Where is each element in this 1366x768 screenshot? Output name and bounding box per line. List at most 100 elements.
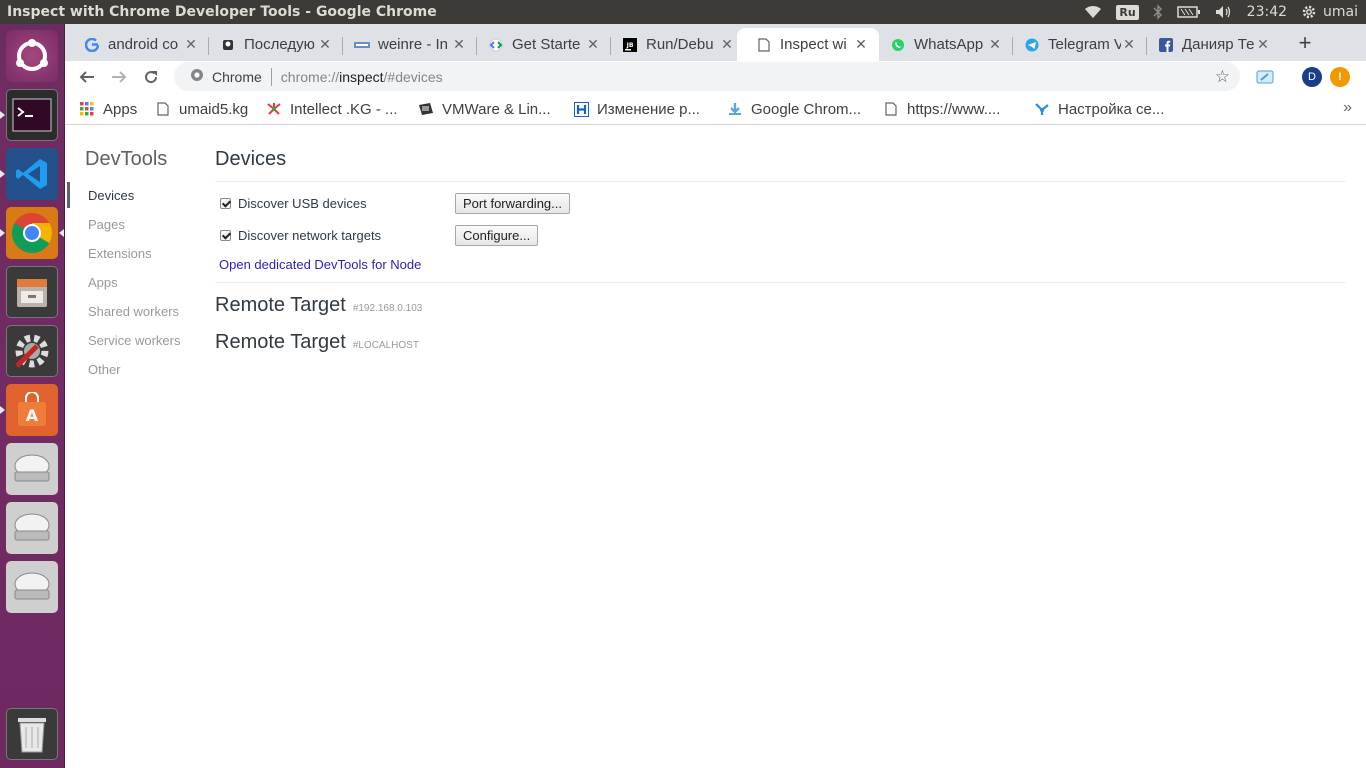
- remote-target-id: #192.168.0.103: [352, 303, 423, 314]
- close-icon[interactable]: ✕: [853, 36, 869, 53]
- devtools-nav-title: DevTools: [85, 148, 168, 170]
- tab-weinre[interactable]: weinre - In ✕: [335, 28, 477, 61]
- tab-android[interactable]: android co ✕: [65, 28, 209, 61]
- url-hash: /#devices: [383, 68, 443, 85]
- remote-target-id: #LOCALHOST: [352, 340, 419, 351]
- drive-icon[interactable]: [6, 561, 58, 613]
- tab-telegram[interactable]: Telegram V ✕: [1005, 28, 1147, 61]
- running-indicator: [0, 111, 5, 119]
- close-icon[interactable]: ✕: [317, 36, 333, 53]
- svg-text:A: A: [26, 406, 39, 425]
- tab-run-debug[interactable]: JB Run/Debu ✕: [603, 28, 745, 61]
- bookmark-umaid5[interactable]: umaid5.kg: [155, 100, 248, 118]
- download-icon: [727, 101, 743, 117]
- close-icon[interactable]: ✕: [987, 36, 1003, 53]
- vmware-icon: [418, 101, 434, 117]
- ubuntu-dash-icon[interactable]: [6, 30, 58, 82]
- tab-whatsapp[interactable]: WhatsApp ✕: [871, 28, 1013, 61]
- wifi-icon[interactable]: [1084, 5, 1102, 19]
- files-icon[interactable]: [6, 266, 58, 318]
- nav-extensions[interactable]: Extensions: [88, 246, 152, 261]
- terminal-icon[interactable]: [6, 89, 58, 141]
- section-divider: [215, 282, 1346, 283]
- browser-toolbar: Chrome chrome://inspect/#devices ☆ D !: [65, 61, 1366, 93]
- bookmark-intellect[interactable]: Intellect .KG - ...: [266, 100, 398, 118]
- chrome-icon[interactable]: [6, 207, 58, 259]
- close-icon[interactable]: ✕: [183, 36, 199, 53]
- chrome-page-icon: [190, 68, 204, 85]
- extension-icon[interactable]: [1255, 67, 1275, 87]
- running-indicator: [0, 406, 5, 414]
- discover-usb-label: Discover USB devices: [238, 196, 367, 211]
- bluetooth-icon[interactable]: [1153, 4, 1163, 20]
- bookmarks-bar: Apps umaid5.kg Intellect .KG - ... VMWar…: [65, 93, 1366, 125]
- whatsapp-icon: [890, 37, 906, 53]
- telegram-icon: [1024, 37, 1040, 53]
- remote-target: Remote Target #192.168.0.103: [215, 294, 422, 317]
- bookmark-star-icon[interactable]: ☆: [1215, 67, 1230, 87]
- facebook-icon: [1158, 37, 1174, 53]
- close-icon[interactable]: ✕: [1255, 36, 1271, 53]
- nav-apps[interactable]: Apps: [88, 275, 118, 290]
- discover-network-row: Discover network targets: [220, 228, 381, 243]
- software-center-icon[interactable]: A: [6, 384, 58, 436]
- address-bar[interactable]: Chrome chrome://inspect/#devices ☆: [174, 62, 1240, 91]
- bookmark-izmenenie[interactable]: Изменение р...: [573, 100, 700, 118]
- tab-inspect[interactable]: Inspect wi ✕: [737, 28, 879, 61]
- port-forwarding-button[interactable]: Port forwarding...: [455, 193, 570, 214]
- volume-icon[interactable]: [1215, 5, 1233, 19]
- selected-nav-marker: [67, 182, 70, 208]
- clock[interactable]: 23:42: [1247, 4, 1287, 20]
- configure-button[interactable]: Configure...: [455, 225, 539, 246]
- svg-text:JB: JB: [626, 42, 634, 49]
- weinre-icon: [354, 37, 370, 53]
- google-icon: [84, 37, 100, 53]
- bookmark-apps[interactable]: Apps: [79, 100, 137, 118]
- username: umai: [1323, 4, 1358, 20]
- tab-stackoverflow[interactable]: Последую ✕: [201, 28, 343, 61]
- page-icon: [756, 37, 772, 53]
- drive-icon[interactable]: [6, 443, 58, 495]
- remote-target: Remote Target #LOCALHOST: [215, 331, 419, 354]
- close-icon[interactable]: ✕: [719, 36, 735, 53]
- discover-usb-row: Discover USB devices: [220, 196, 367, 211]
- bookmarks-overflow-icon[interactable]: »: [1343, 99, 1352, 117]
- drive-icon[interactable]: [6, 502, 58, 554]
- nav-service-workers[interactable]: Service workers: [88, 333, 180, 348]
- tab-facebook[interactable]: Данияр Те ✕: [1139, 28, 1281, 61]
- profile-avatar[interactable]: D: [1302, 67, 1322, 87]
- page-heading: Devices: [215, 148, 287, 170]
- close-icon[interactable]: ✕: [451, 36, 467, 53]
- bookmark-google-chrome[interactable]: Google Chrom...: [727, 100, 861, 118]
- back-button[interactable]: [74, 64, 100, 90]
- system-tray: Ru 23:42 umai: [1084, 4, 1366, 20]
- node-devtools-link[interactable]: Open dedicated DevTools for Node: [219, 257, 421, 272]
- bookmark-vmware[interactable]: VMWare & Lin...: [418, 100, 551, 118]
- nav-devices[interactable]: Devices: [88, 188, 134, 203]
- bookmark-nastroyka[interactable]: Настройка се...: [1034, 100, 1164, 118]
- close-icon[interactable]: ✕: [1121, 36, 1137, 53]
- trash-icon[interactable]: [6, 708, 58, 760]
- update-alert-icon[interactable]: !: [1330, 67, 1350, 87]
- nav-pages[interactable]: Pages: [88, 217, 125, 232]
- new-tab-button[interactable]: +: [1291, 30, 1319, 58]
- bookmark-https[interactable]: https://www....: [883, 100, 1000, 118]
- vscode-icon[interactable]: [6, 148, 58, 200]
- apps-grid-icon: [79, 101, 95, 117]
- forward-button[interactable]: [106, 64, 132, 90]
- nav-shared-workers[interactable]: Shared workers: [88, 304, 179, 319]
- discover-usb-checkbox[interactable]: [220, 198, 231, 209]
- keyboard-layout-indicator[interactable]: Ru: [1116, 4, 1139, 20]
- url-host: chrome://: [280, 68, 340, 85]
- tab-get-started[interactable]: Get Starte ✕: [469, 28, 611, 61]
- gear-icon: [1301, 4, 1317, 20]
- reload-button[interactable]: [138, 64, 164, 90]
- nav-other[interactable]: Other: [88, 362, 121, 377]
- codelabs-icon: [488, 37, 504, 53]
- session-menu[interactable]: umai: [1301, 4, 1358, 20]
- close-icon[interactable]: ✕: [585, 36, 601, 53]
- discover-network-checkbox[interactable]: [220, 230, 231, 241]
- system-settings-icon[interactable]: [6, 325, 58, 377]
- battery-icon[interactable]: [1176, 6, 1201, 18]
- intellect-icon: [266, 101, 282, 117]
